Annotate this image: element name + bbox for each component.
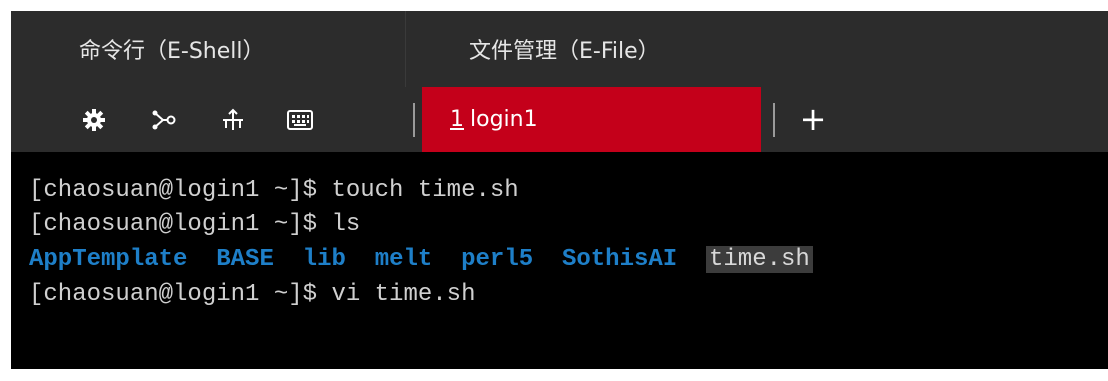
ls-output-line: AppTemplate BASE lib melt perl5 SothisAI… <box>29 243 813 277</box>
terminal-line: [chaosuan@login1 ~]$ vi time.sh <box>29 281 476 308</box>
toolbar-divider <box>773 103 775 137</box>
dir-entry: lib <box>302 246 346 273</box>
dir-entry: perl5 <box>461 246 534 273</box>
toolbar-divider <box>413 103 415 137</box>
terminal-output[interactable]: [chaosuan@login1 ~]$ touch time.sh [chao… <box>11 152 1108 369</box>
dir-entry: melt <box>374 246 433 273</box>
dir-entry: AppTemplate <box>29 246 188 273</box>
session-toolbar: 1 login1 + <box>11 87 1108 152</box>
tab-e-shell[interactable]: 命令行（E-Shell） <box>11 11 406 87</box>
session-tab-name: login1 <box>470 107 538 132</box>
gear-icon[interactable] <box>81 107 107 133</box>
session-tab-login1[interactable]: 1 login1 <box>422 87 761 152</box>
dir-entry: BASE <box>216 246 274 273</box>
session-tab-number: 1 <box>450 107 464 132</box>
add-session-button[interactable]: + <box>795 101 831 137</box>
terminal-line: [chaosuan@login1 ~]$ ls <box>29 211 361 238</box>
transfer-icon[interactable] <box>220 107 246 133</box>
dir-entry: SothisAI <box>561 246 678 273</box>
tab-e-shell-label: 命令行（E-Shell） <box>79 39 265 64</box>
tab-e-file-label: 文件管理（E-File） <box>469 39 660 64</box>
terminal-line: [chaosuan@login1 ~]$ touch time.sh <box>29 177 519 204</box>
tab-e-file[interactable]: 文件管理（E-File） <box>407 11 807 87</box>
share-icon[interactable] <box>151 107 177 133</box>
file-entry: time.sh <box>705 246 813 273</box>
terminal-window: 命令行（E-Shell） 文件管理（E-File） 1 login1 + [ch… <box>11 11 1108 369</box>
keyboard-icon[interactable] <box>287 107 313 133</box>
top-tab-bar: 命令行（E-Shell） 文件管理（E-File） <box>11 11 1108 87</box>
